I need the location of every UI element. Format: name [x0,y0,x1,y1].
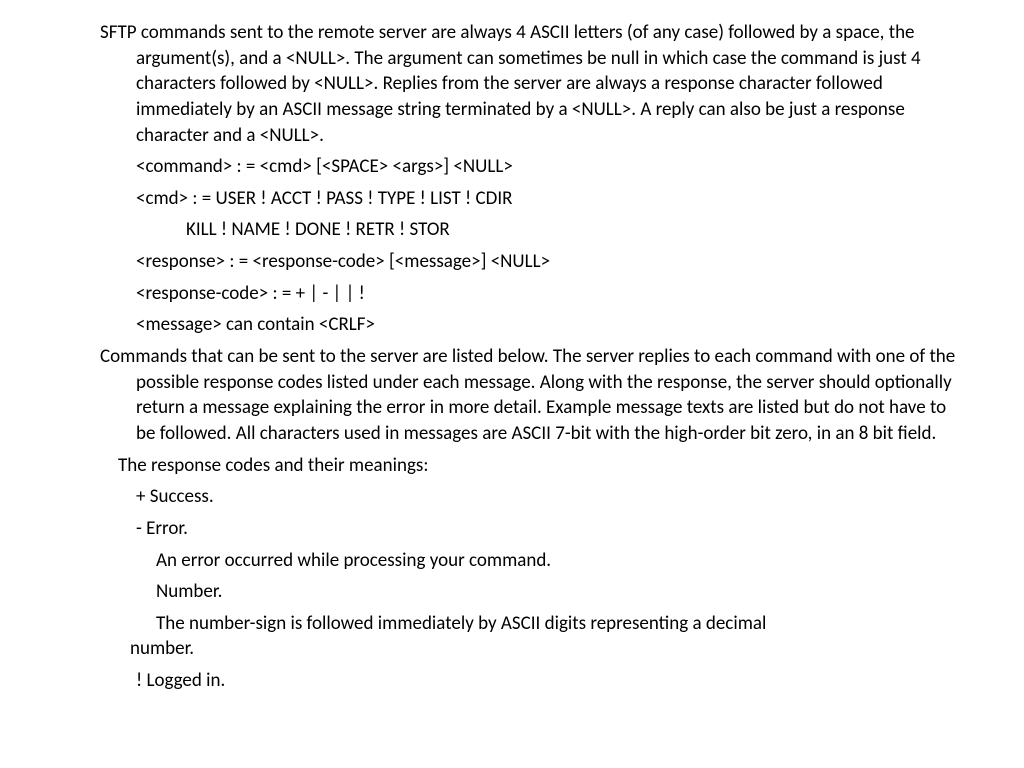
para-2-text: Commands that can be sent to the server … [100,344,964,447]
response-logged-in: ! Logged in. [100,668,964,694]
paragraph-commands-list: Commands that can be sent to the server … [100,344,964,447]
response-codes-intro: The response codes and their meanings: [100,453,964,479]
syntax-command: <command> : = <cmd> [<SPACE> <args>] <NU… [100,154,964,180]
response-error: - Error. [100,516,964,542]
response-number-wrap: number. [100,636,964,662]
syntax-response: <response> : = <response-code> [<message… [100,249,964,275]
syntax-cmd-list-1: <cmd> : = USER ! ACCT ! PASS ! TYPE ! LI… [100,186,964,212]
paragraph-commands-intro: SFTP commands sent to the remote server … [100,20,964,148]
response-number-detail: The number-sign is followed immediately … [100,611,964,637]
response-error-detail-1: An error occurred while processing your … [100,548,964,574]
syntax-response-code: <response-code> : = + | - | | ! [100,281,964,307]
syntax-cmd-list-2: KILL ! NAME ! DONE ! RETR ! STOR [100,217,964,243]
syntax-message: <message> can contain <CRLF> [100,312,964,338]
response-number-text: The number-sign is followed immediately … [156,611,964,637]
response-error-detail-2: Number. [100,579,964,605]
para-1-text: SFTP commands sent to the remote server … [100,20,964,148]
response-success: + Success. [100,484,964,510]
